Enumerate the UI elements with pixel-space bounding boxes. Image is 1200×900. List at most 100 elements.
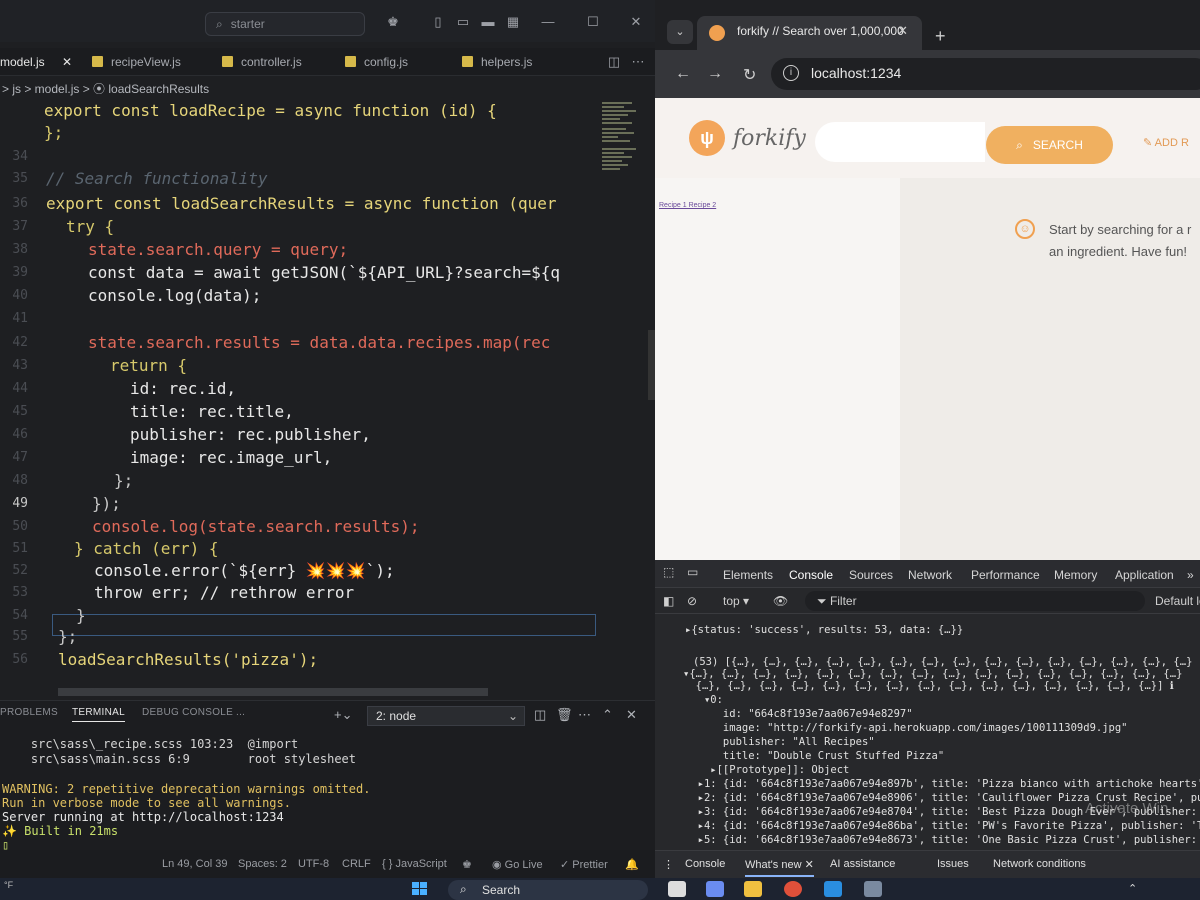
more-tabs[interactable]: » xyxy=(1187,568,1194,582)
customize-layout-icon[interactable]: ▦ xyxy=(505,14,521,30)
drawer-tab-ai-assistance[interactable]: AI assistance xyxy=(830,858,895,870)
forward-arrow-icon[interactable]: → xyxy=(707,65,723,83)
encoding[interactable]: UTF-8 xyxy=(298,858,329,870)
code-line[interactable]: 37 try { xyxy=(0,216,600,238)
minimize-icon[interactable]: — xyxy=(540,14,556,30)
cursor-position[interactable]: Ln 49, Col 39 xyxy=(162,858,227,870)
code-line[interactable]: 34 xyxy=(0,146,600,168)
terminal-select[interactable]: 2: node ⌄ xyxy=(367,706,525,726)
maximize-panel-icon[interactable]: ⌃ xyxy=(602,707,613,723)
tab-config-js[interactable]: config.js xyxy=(345,48,408,76)
code-line[interactable]: 35 // Search functionality xyxy=(0,168,600,190)
reload-icon[interactable]: ↻ xyxy=(743,65,756,85)
toggle-panel-icon[interactable]: ▬ xyxy=(480,14,496,30)
context-select[interactable]: top ▾ xyxy=(723,594,749,608)
toggle-sidebar-icon[interactable]: ▯ xyxy=(430,14,446,30)
add-recipe-button[interactable]: ✎ ADD R xyxy=(1143,136,1189,149)
back-arrow-icon[interactable]: ← xyxy=(675,65,691,83)
tab-recipeview-js[interactable]: recipeView.js xyxy=(92,48,181,76)
toggle-editor-icon[interactable]: ▭ xyxy=(455,14,471,30)
code-line[interactable]: export const loadRecipe = async function… xyxy=(0,100,600,122)
console-item-1[interactable]: ▸1: {id: '664c8f193e7aa067e94e897b', tit… xyxy=(685,778,1200,790)
console-item-0[interactable]: ▾0: xyxy=(685,694,723,706)
tab-helpers-js[interactable]: helpers.js xyxy=(462,48,532,76)
indentation[interactable]: Spaces: 2 xyxy=(238,858,287,870)
sidebar-toggle-icon[interactable]: ◧ xyxy=(663,594,674,608)
maximize-icon[interactable]: ☐ xyxy=(585,14,601,30)
close-panel-icon[interactable]: ✕ xyxy=(626,707,637,723)
tab-memory[interactable]: Memory xyxy=(1054,568,1097,582)
code-line[interactable]: 40 console.log(data); xyxy=(0,285,600,307)
command-center-search[interactable]: ⌕ starter xyxy=(205,12,365,36)
split-editor-icon[interactable]: ◫ xyxy=(606,54,622,70)
filter-input[interactable]: ⏷ Filter xyxy=(805,591,1145,611)
taskbar-search[interactable]: ⌕ Search xyxy=(448,880,648,900)
copilot-app-icon[interactable] xyxy=(706,881,724,897)
device-toolbar-icon[interactable]: ▭ xyxy=(687,565,698,579)
tab-problems[interactable]: PROBLEMS xyxy=(0,707,58,718)
code-line[interactable]: 50 console.log(state.search.results); xyxy=(0,516,600,538)
drawer-tab-network-conditions[interactable]: Network conditions xyxy=(993,858,1086,870)
browser-tab[interactable]: forkify // Search over 1,000,000 ✕ xyxy=(697,16,922,50)
close-window-icon[interactable]: ✕ xyxy=(628,14,644,30)
search-input[interactable] xyxy=(815,122,985,162)
tab-performance[interactable]: Performance xyxy=(971,568,1040,582)
windows-start-icon[interactable] xyxy=(412,882,428,896)
chrome-app-icon[interactable] xyxy=(784,881,802,897)
more-actions-icon[interactable]: ⋯ xyxy=(630,54,646,70)
new-terminal-icon[interactable]: +⌄ xyxy=(334,707,352,723)
panel-more[interactable]: ... xyxy=(236,707,245,718)
language-mode[interactable]: { } JavaScript xyxy=(382,858,447,870)
code-line[interactable]: 44 id: rec.id, xyxy=(0,378,600,400)
code-line[interactable]: 38 state.search.query = query; xyxy=(0,239,600,261)
tab-sources[interactable]: Sources xyxy=(849,568,893,582)
console-prototype[interactable]: ▸[[Prototype]]: Object xyxy=(685,764,849,776)
pagination-links[interactable]: Recipe 1 Recipe 2 xyxy=(659,202,716,209)
console-array-header[interactable]: (53) [{…}, {…}, {…}, {…}, {…}, {…}, {…},… xyxy=(693,656,1192,668)
breadcrumb[interactable]: > js > model.js > ⦿ loadSearchResults xyxy=(0,80,655,98)
vscode-app-icon[interactable] xyxy=(824,881,842,897)
code-line[interactable]: 53 throw err; // rethrow error xyxy=(0,582,600,604)
console-item-5[interactable]: ▸5: {id: '664c8f193e7aa067e94e8673', tit… xyxy=(685,834,1200,846)
close-tab-icon[interactable]: ✕ xyxy=(62,55,72,69)
new-tab-button[interactable]: + xyxy=(935,26,946,47)
code-line[interactable]: 56 loadSearchResults('pizza'); xyxy=(0,649,600,671)
copilot-status-icon[interactable]: ♚ xyxy=(462,858,472,871)
code-line[interactable]: 39 const data = await getJSON(`${API_URL}… xyxy=(0,262,600,284)
tab-application[interactable]: Application xyxy=(1115,568,1174,582)
clear-console-icon[interactable]: ⊘ xyxy=(687,594,697,608)
code-line[interactable]: 47 image: rec.image_url, xyxy=(0,447,600,469)
minimap[interactable] xyxy=(602,98,642,178)
copilot-icon[interactable]: ♚ xyxy=(385,14,401,30)
tab-network[interactable]: Network xyxy=(908,568,952,582)
code-line[interactable]: }; xyxy=(0,122,600,144)
weather-widget[interactable]: °F xyxy=(4,880,13,890)
code-line[interactable]: 49}); xyxy=(0,493,600,515)
tab-elements[interactable]: Elements xyxy=(723,568,773,582)
code-line[interactable]: 54} xyxy=(0,605,600,627)
eye-icon[interactable]: 👁 xyxy=(773,594,788,608)
line-ending[interactable]: CRLF xyxy=(342,858,371,870)
more-icon[interactable]: ⋯ xyxy=(578,707,591,723)
go-live[interactable]: ◉ Go Live xyxy=(492,858,543,871)
task-view-icon[interactable] xyxy=(668,881,686,897)
code-line[interactable]: 52 console.error(`${err} 💥💥💥`); xyxy=(0,560,600,582)
prettier[interactable]: ✓ Prettier xyxy=(560,858,608,871)
horizontal-scrollbar[interactable] xyxy=(58,688,488,696)
drawer-menu-icon[interactable]: ⋮ xyxy=(663,858,674,871)
code-line[interactable]: 51} catch (err) { xyxy=(0,538,600,560)
drawer-tab-whats-new[interactable]: What's new ✕ xyxy=(745,858,814,877)
trash-icon[interactable]: 🗑 xyxy=(556,707,573,723)
tab-terminal[interactable]: TERMINAL xyxy=(72,707,125,722)
inspect-icon[interactable]: ⬚ xyxy=(663,565,674,579)
tab-console[interactable]: Console xyxy=(789,568,834,590)
code-line[interactable]: 36 export const loadSearchResults = async… xyxy=(0,193,600,215)
drawer-tab-issues[interactable]: Issues xyxy=(937,858,969,870)
calculator-app-icon[interactable] xyxy=(864,881,882,897)
show-hidden-icons-chevron-icon[interactable]: ⌃ xyxy=(1128,882,1137,895)
console-log-status[interactable]: ▸{status: 'success', results: 53, data: … xyxy=(685,624,963,636)
file-explorer-icon[interactable] xyxy=(744,881,762,897)
drawer-tab-console[interactable]: Console xyxy=(685,858,725,870)
tab-search-chevron-icon[interactable]: ⌄ xyxy=(667,20,693,44)
code-line[interactable]: 48}; xyxy=(0,470,600,492)
